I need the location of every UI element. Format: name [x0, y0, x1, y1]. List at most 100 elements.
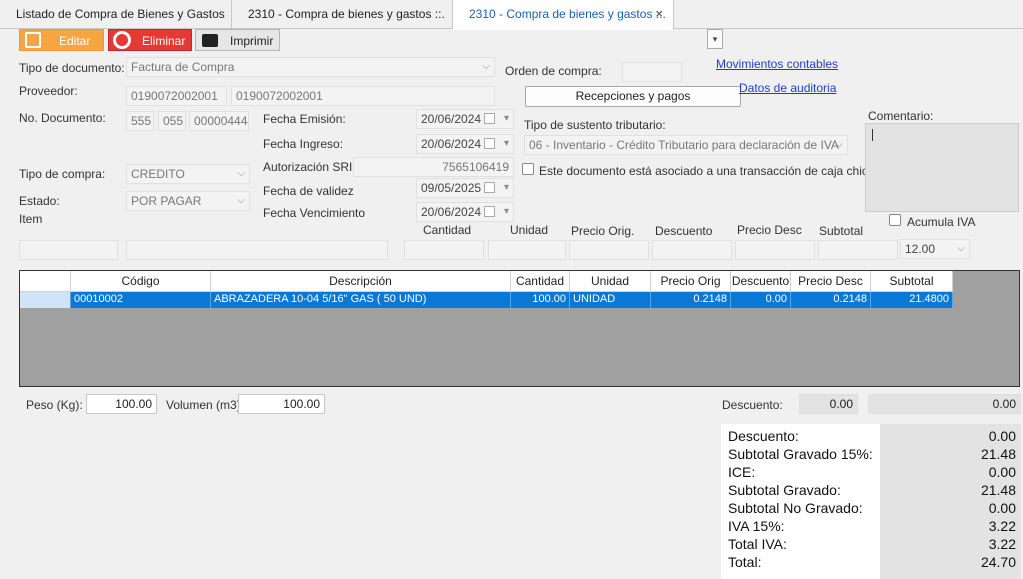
close-icon[interactable]: × — [655, 0, 663, 28]
total-label: Total: — [728, 554, 762, 570]
estado-select[interactable]: POR PAGAR ⌵ — [126, 191, 250, 211]
item-descripcion-input[interactable] — [126, 240, 388, 260]
iva-rate-value: 12.00 — [905, 242, 936, 256]
total-label: IVA 15%: — [728, 518, 785, 534]
descuento-pct-input[interactable]: 0.00 — [799, 394, 858, 414]
item-label: Item — [19, 212, 43, 226]
comentario-textarea[interactable] — [865, 123, 1019, 212]
acumula-iva-checkbox[interactable] — [889, 214, 901, 226]
total-value: 21.48 — [980, 446, 1016, 462]
tab-compra-1[interactable]: 2310 - Compra de bienes y gastos ::. — [232, 0, 453, 29]
item-precio-desc-label: Precio Desc — [737, 223, 802, 237]
autorizacion-field[interactable]: 7565106419 — [353, 157, 514, 177]
chevron-down-icon: ▾ — [503, 138, 509, 149]
item-unidad-input[interactable] — [488, 240, 566, 260]
edit-icon — [25, 32, 41, 48]
item-subtotal-input[interactable] — [818, 240, 898, 260]
cell-precio-desc[interactable]: 0.2148 — [791, 292, 871, 308]
datos-auditoria-link[interactable]: Datos de auditoria — [739, 81, 836, 95]
cell-codigo[interactable]: 00010002 — [71, 292, 211, 308]
grid-header-subtotal[interactable]: Subtotal — [871, 271, 953, 292]
chevron-down-icon: ⌵ — [957, 243, 965, 254]
calendar-icon — [484, 138, 495, 149]
peso-input[interactable]: 100.00 — [86, 394, 157, 414]
print-button[interactable]: Imprimir — [195, 29, 280, 51]
tipo-compra-select[interactable]: CREDITO ⌵ — [126, 164, 250, 184]
fecha-emision-picker[interactable]: 20/06/2024 ▾ — [416, 109, 514, 129]
grid-header-descuento[interactable]: Descuento — [731, 271, 791, 292]
volumen-input[interactable]: 100.00 — [238, 394, 325, 414]
cell-subtotal[interactable]: 21.4800 — [871, 292, 953, 308]
peso-label: Peso (Kg): — [26, 398, 83, 412]
fecha-ingreso-label: Fecha Ingreso: — [263, 137, 344, 151]
tipo-documento-select[interactable]: Factura de Compra ⌵ — [126, 57, 495, 77]
estado-value: POR PAGAR — [131, 194, 202, 208]
item-codigo-input[interactable] — [19, 240, 118, 260]
doc-punto-emision-field[interactable]: 055 — [158, 111, 186, 131]
item-descuento-label: Descuento — [655, 224, 713, 238]
chevron-down-icon: ⌵ — [835, 139, 843, 150]
no-entry-icon — [113, 31, 131, 49]
tab-label: Listado de Compra de Bienes y Gastos — [16, 7, 225, 21]
caja-chica-label: Este documento está asociado a una trans… — [539, 164, 875, 178]
delete-button[interactable]: Eliminar — [108, 29, 192, 51]
tab-label: 2310 - Compra de bienes y gastos ::. — [469, 7, 666, 21]
grid-corner-header — [20, 271, 71, 292]
items-grid: Código Descripción Cantidad Unidad Preci… — [19, 270, 1020, 387]
movimientos-contables-link[interactable]: Movimientos contables — [716, 57, 838, 71]
totals-panel: Descuento: 0.00 Subtotal Gravado 15%: 21.4… — [721, 424, 1021, 579]
cell-descripcion[interactable]: ABRAZADERA 10-04 5/16" GAS ( 50 UND) — [211, 292, 511, 308]
cell-precio-orig[interactable]: 0.2148 — [651, 292, 731, 308]
iva-rate-select[interactable]: 12.00 ⌵ — [900, 239, 970, 259]
autorizacion-label: Autorización SRI — [263, 160, 353, 174]
fecha-ingreso-value: 20/06/2024 — [421, 137, 482, 151]
total-value: 0.00 — [988, 428, 1016, 444]
orden-compra-field[interactable] — [622, 62, 682, 82]
doc-secuencial-field[interactable]: 000004444 — [189, 111, 249, 131]
orden-compra-label: Orden de compra: — [505, 64, 602, 78]
fecha-validez-picker[interactable]: 09/05/2025 ▾ — [416, 178, 514, 198]
item-precio-desc-input[interactable] — [735, 240, 815, 260]
proveedor-label: Proveedor: — [19, 84, 78, 98]
total-value: 21.48 — [980, 482, 1016, 498]
cell-descuento[interactable]: 0.00 — [731, 292, 791, 308]
total-value: 24.70 — [980, 554, 1016, 570]
item-cantidad-input[interactable] — [404, 240, 484, 260]
total-label: Descuento: — [728, 428, 799, 444]
recepciones-pagos-button[interactable]: Recepciones y pagos — [525, 86, 741, 107]
sustento-select[interactable]: 06 - Inventario - Crédito Tributario par… — [524, 135, 848, 155]
grid-header-unidad[interactable]: Unidad — [570, 271, 651, 292]
fecha-vencimiento-picker[interactable]: 20/06/2024 ▾ — [416, 202, 514, 222]
total-label: Subtotal Gravado: — [728, 482, 841, 498]
grid-header-codigo[interactable]: Código — [71, 271, 211, 292]
edit-button[interactable]: Editar — [19, 29, 104, 51]
scroll-down-icon[interactable]: ▾ — [707, 29, 723, 49]
item-cantidad-label: Cantidad — [423, 223, 472, 237]
calendar-icon — [484, 182, 495, 193]
cell-unidad[interactable]: UNIDAD — [570, 292, 651, 308]
total-label: Subtotal Gravado 15%: — [728, 446, 873, 462]
descuento-val-input[interactable]: 0.00 — [868, 394, 1021, 414]
grid-header-descripcion[interactable]: Descripción — [211, 271, 511, 292]
grid-header-precio-desc[interactable]: Precio Desc — [791, 271, 871, 292]
total-row: Total IVA: 3.22 — [721, 535, 1021, 553]
item-precio-orig-input[interactable] — [569, 240, 649, 260]
row-selector[interactable] — [20, 292, 71, 308]
print-label: Imprimir — [230, 34, 274, 48]
grid-header-precio-orig[interactable]: Precio Orig — [651, 271, 731, 292]
item-precio-orig-label: Precio Orig. — [571, 224, 635, 238]
item-descuento-input[interactable] — [652, 240, 732, 260]
cell-cantidad[interactable]: 100.00 — [511, 292, 570, 308]
tab-listado[interactable]: Listado de Compra de Bienes y Gastos — [0, 0, 232, 29]
total-row: Descuento: 0.00 — [721, 427, 1021, 445]
fecha-ingreso-picker[interactable]: 20/06/2024 ▾ — [416, 134, 514, 154]
tab-compra-2[interactable]: 2310 - Compra de bienes y gastos ::. × — [453, 0, 674, 30]
caja-chica-checkbox[interactable] — [522, 163, 534, 175]
total-row: Total: 24.70 — [721, 553, 1021, 571]
grid-header-cantidad[interactable]: Cantidad — [511, 271, 570, 292]
proveedor-ruc-field[interactable]: 0190072002001 — [126, 86, 227, 106]
doc-establecimiento-field[interactable]: 555 — [126, 111, 154, 131]
proveedor-nombre-field[interactable]: 0190072002001 — [231, 86, 495, 106]
chevron-down-icon: ▾ — [503, 206, 509, 217]
sustento-value: 06 - Inventario - Crédito Tributario par… — [529, 138, 839, 152]
